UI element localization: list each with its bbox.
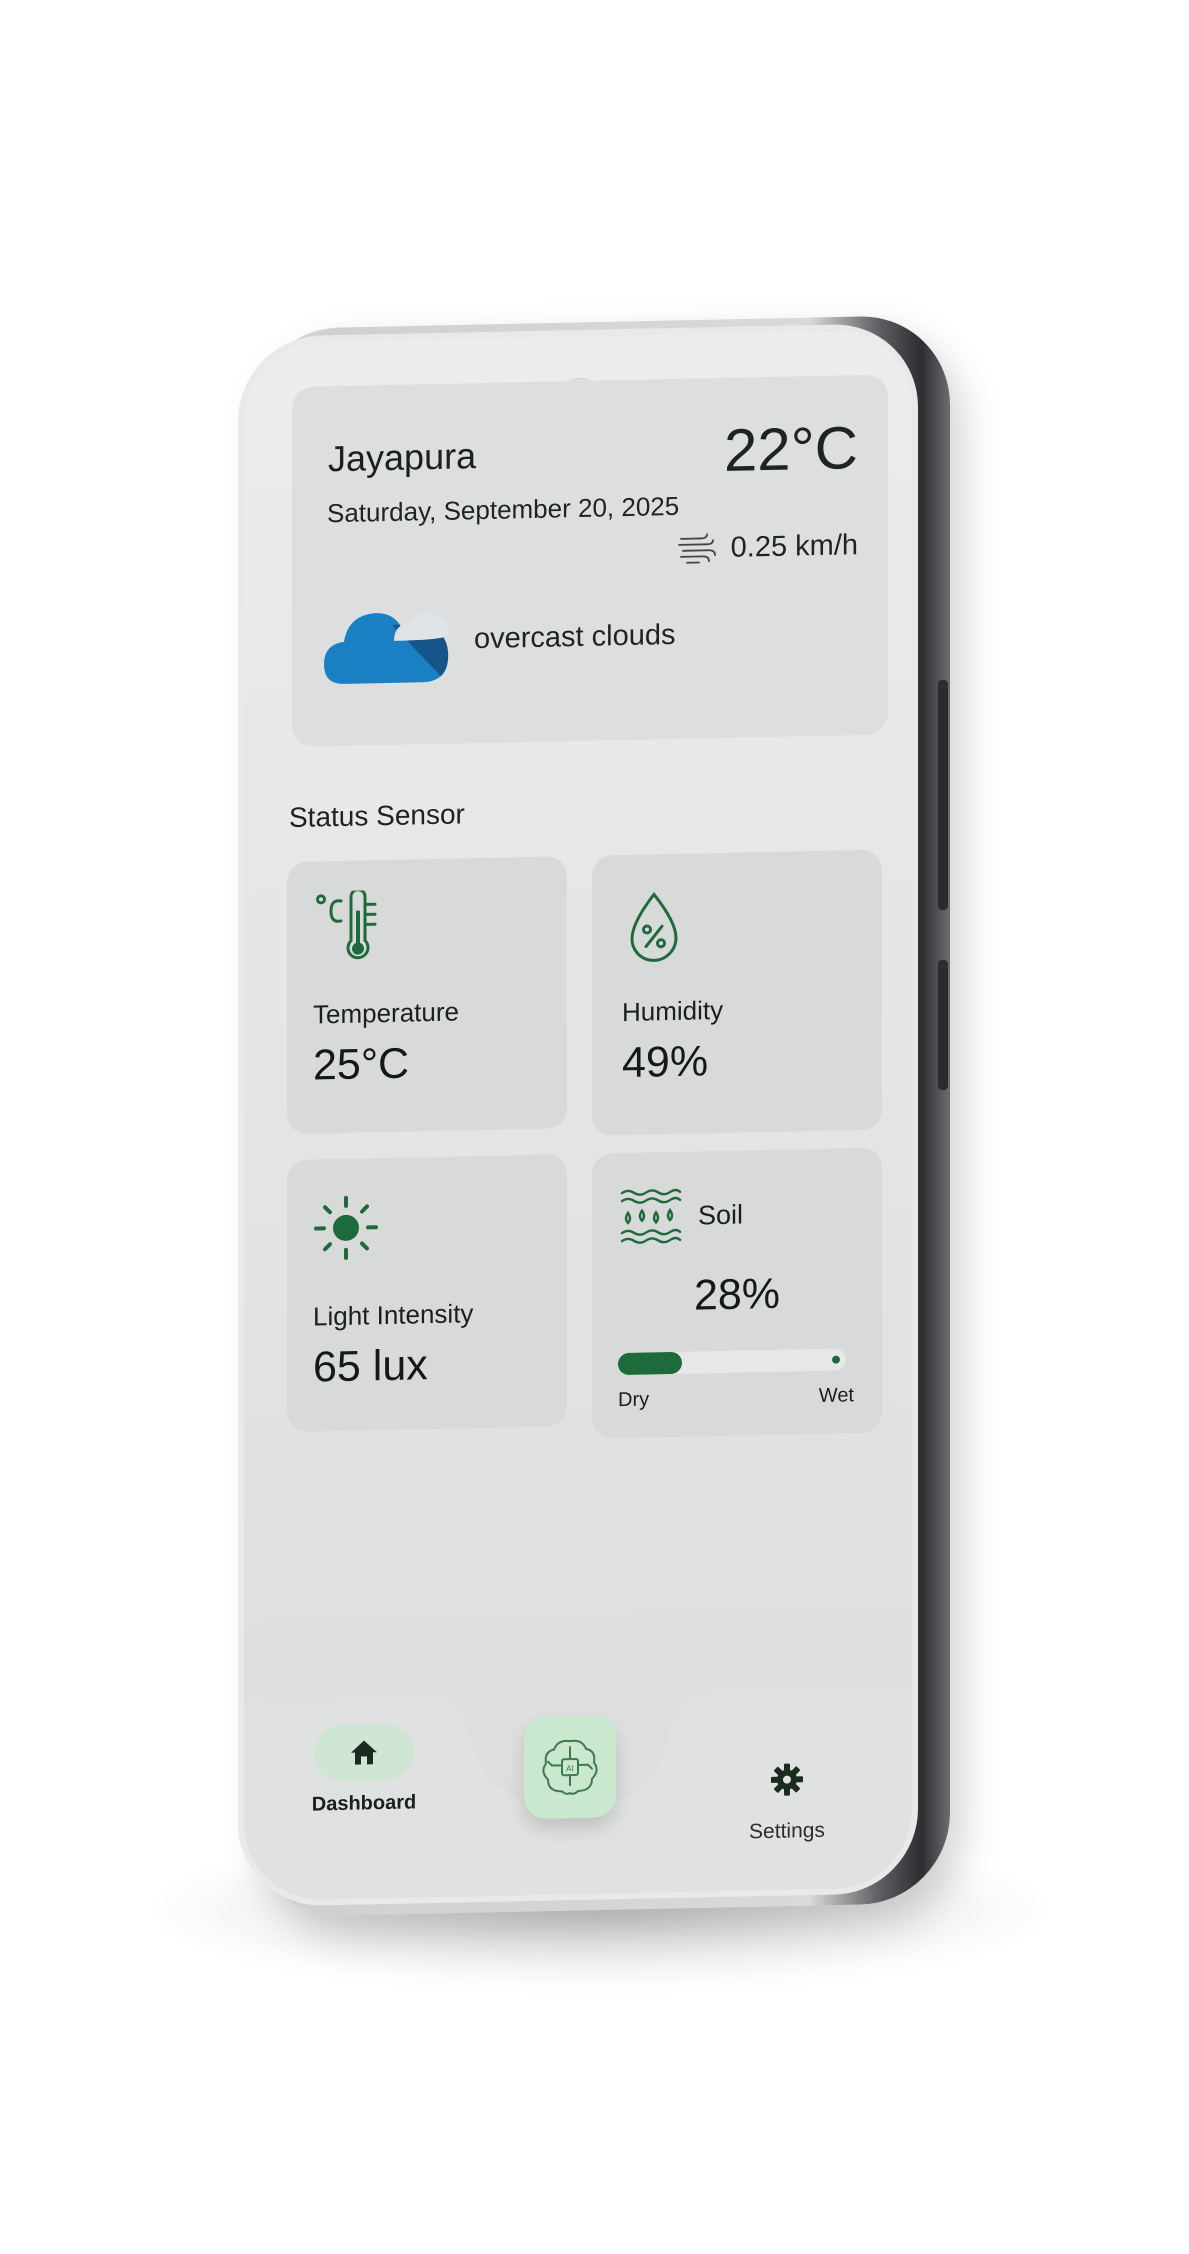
soil-moisture-icon xyxy=(620,1188,682,1244)
soil-card[interactable]: Soil 28% Dry Wet xyxy=(592,1147,882,1439)
bottom-navigation: Dashboard AI Settings xyxy=(244,1688,918,1908)
section-title: Status Sensor xyxy=(289,798,465,834)
sun-icon xyxy=(314,1195,378,1260)
volume-up-button xyxy=(938,680,948,910)
weather-description: overcast clouds xyxy=(474,618,676,656)
soil-moisture-fill xyxy=(618,1351,682,1376)
humidity-card[interactable]: Humidity 49% xyxy=(592,849,882,1136)
phone-screen: Jayapura Saturday, September 20, 2025 22… xyxy=(238,322,918,1908)
light-label: Light Intensity xyxy=(313,1298,474,1332)
soil-header: Soil xyxy=(620,1185,743,1248)
svg-text:AI: AI xyxy=(566,1764,574,1773)
dashboard-label: Dashboard xyxy=(311,1791,417,1816)
humidity-label: Humidity xyxy=(622,994,724,1028)
temperature-card[interactable]: Temperature 25°C xyxy=(287,856,567,1135)
ai-assistant-button[interactable]: AI xyxy=(524,1715,616,1820)
wind-speed: 0.25 km/h xyxy=(730,528,858,564)
weather-card: Jayapura Saturday, September 20, 2025 22… xyxy=(292,374,888,747)
light-value: 65 lux xyxy=(313,1341,428,1392)
settings-icon-box[interactable] xyxy=(759,1751,815,1808)
humidity-drop-icon xyxy=(630,891,678,962)
wind-readout: 0.25 km/h xyxy=(677,527,858,567)
wind-icon xyxy=(677,533,716,564)
home-icon xyxy=(351,1740,377,1765)
nav-settings[interactable]: Settings xyxy=(722,1750,852,1845)
dashboard-pill[interactable] xyxy=(314,1723,414,1782)
stage: Jayapura Saturday, September 20, 2025 22… xyxy=(0,0,1189,2254)
current-temperature: 22°C xyxy=(723,414,858,484)
ai-brain-icon: AI xyxy=(542,1739,598,1795)
soil-dry-label: Dry xyxy=(618,1388,650,1412)
gear-icon xyxy=(771,1763,803,1796)
soil-label: Soil xyxy=(698,1199,744,1230)
temperature-label: Temperature xyxy=(313,996,459,1030)
nav-dashboard[interactable]: Dashboard xyxy=(299,1723,429,1817)
soil-value: 28% xyxy=(693,1269,781,1320)
light-intensity-card[interactable]: Light Intensity 65 lux xyxy=(287,1154,567,1433)
temperature-value: 25°C xyxy=(313,1039,410,1090)
soil-moisture-bar xyxy=(618,1348,846,1376)
cloud-partly-icon xyxy=(324,612,449,684)
soil-wet-label: Wet xyxy=(818,1384,854,1407)
thermometer-icon xyxy=(316,890,377,960)
power-button xyxy=(938,960,948,1090)
date-text: Saturday, September 20, 2025 xyxy=(327,490,680,529)
soil-bar-end-dot xyxy=(832,1355,840,1364)
city-name: Jayapura xyxy=(328,435,477,480)
settings-label: Settings xyxy=(749,1818,825,1844)
humidity-value: 49% xyxy=(622,1037,709,1088)
